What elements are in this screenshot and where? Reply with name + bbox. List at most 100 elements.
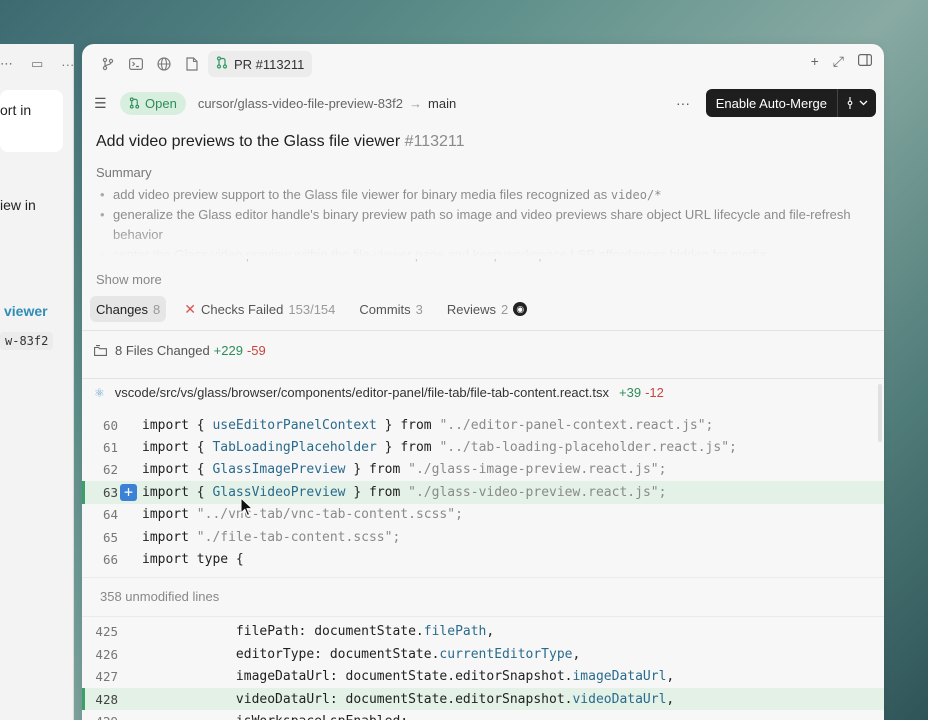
code-text: import type { xyxy=(142,552,244,568)
line-number: 61 xyxy=(102,440,118,456)
tab-label: Commits xyxy=(359,301,411,317)
code-text: import "../vnc-tab/vnc-tab-content.scss"… xyxy=(142,507,463,523)
code-text: import "./file-tab-content.scss"; xyxy=(142,529,401,545)
code-text: videoDataUrl: documentState.editorSnapsh… xyxy=(142,691,675,707)
code-line: 426 editorType: documentState.currentEdi… xyxy=(82,643,884,665)
git-branch-icon[interactable] xyxy=(94,53,122,75)
pr-header: ☰ Open cursor/glass-video-file-preview-8… xyxy=(82,88,884,118)
line-number: 428 xyxy=(95,691,118,707)
sidebar-toggle-icon[interactable] xyxy=(858,53,873,70)
pr-tabs: Changes 8 ✕ Checks Failed 153/154 Commit… xyxy=(90,296,545,322)
reviewer-avatar-icon: ◉ xyxy=(513,302,528,316)
tab-label: Changes xyxy=(96,301,149,317)
chevron-down-icon xyxy=(859,100,868,106)
pr-tab-label: PR #113211 xyxy=(234,56,305,72)
unmodified-lines-expander[interactable]: 358 unmodified lines xyxy=(82,576,884,617)
summary-item: add video preview support to the Glass f… xyxy=(100,185,880,205)
code-text: editorType: documentState.currentEditorT… xyxy=(142,646,581,662)
line-number: 425 xyxy=(95,624,118,640)
line-number: 62 xyxy=(102,462,118,478)
code-text: filePath: documentState.filePath, xyxy=(142,624,495,640)
tab-label: Reviews xyxy=(446,301,497,317)
merge-options-dropdown[interactable] xyxy=(837,89,876,117)
code-line: 427 imageDataUrl: documentState.editorSn… xyxy=(82,666,884,688)
pr-window: PR #113211 + ⤢ ☰ Open cursor/glass-video… xyxy=(82,44,884,720)
code-text: import { GlassVideoPreview } from "./gla… xyxy=(142,484,667,500)
file-path[interactable]: vscode/src/vs/glass/browser/components/e… xyxy=(115,385,609,400)
auto-merge-button[interactable]: Enable Auto-Merge xyxy=(705,89,876,117)
tab-count: 2 xyxy=(501,301,509,317)
code-text: imageDataUrl: documentState.editorSnapsh… xyxy=(142,669,675,685)
line-number: 65 xyxy=(102,529,118,545)
more-options-icon[interactable]: ··· xyxy=(676,95,690,111)
tab-checks[interactable]: ✕ Checks Failed 153/154 xyxy=(178,296,341,322)
code-line: 65 import "./file-tab-content.scss"; xyxy=(82,526,884,548)
tab-pull-request[interactable]: PR #113211 xyxy=(208,51,313,77)
expand-icon[interactable]: ⤢ xyxy=(833,53,844,70)
terminal-icon[interactable] xyxy=(122,53,150,75)
folder-icon xyxy=(94,345,107,356)
files-changed-summary: 8 Files Changed +229 -59 xyxy=(94,343,266,358)
status-badge: Open xyxy=(120,91,186,115)
tab-changes[interactable]: Changes 8 xyxy=(90,296,167,322)
ellipsis-icon[interactable]: ⋯ xyxy=(0,56,13,72)
code-line-added: 63 + import { GlassVideoPreview } from "… xyxy=(82,481,884,504)
tab-reviews[interactable]: Reviews 2 ◉ xyxy=(441,296,533,322)
code-text: import { useEditorPanelContext } from ".… xyxy=(142,417,714,433)
file-diff-header[interactable]: ⚛ vscode/src/vs/glass/browser/components… xyxy=(82,378,884,406)
branch-info: cursor/glass-video-file-preview-83f2 → mai… xyxy=(198,96,456,111)
more-icon[interactable]: ··· xyxy=(61,57,74,72)
file-icon[interactable] xyxy=(178,53,206,75)
show-more-link[interactable]: Show more xyxy=(96,272,162,287)
list-icon[interactable]: ☰ xyxy=(94,95,114,112)
code-line-added: 428 videoDataUrl: documentState.editorSn… xyxy=(82,687,884,711)
code-line: 66 import type { xyxy=(82,548,884,570)
top-toolbar: PR #113211 + ⤢ xyxy=(82,44,884,84)
line-number: 429 xyxy=(82,714,126,720)
summary-item-text: add video preview support to the Glass f… xyxy=(113,187,611,202)
globe-icon[interactable] xyxy=(150,53,178,75)
auto-merge-label: Enable Auto-Merge xyxy=(715,95,827,111)
summary-heading: Summary xyxy=(96,165,152,180)
code-line: 64 import "../vnc-tab/vnc-tab-content.sc… xyxy=(82,504,884,526)
files-additions: +229 xyxy=(213,343,243,358)
left-chip: w-83f2 xyxy=(0,332,54,350)
page-title: Add video previews to the Glass file vie… xyxy=(96,133,465,151)
code-line: 62 import { GlassImagePreview } from "./… xyxy=(82,459,884,481)
left-text-1: ort in xyxy=(0,102,32,118)
base-branch[interactable]: main xyxy=(428,96,456,111)
divider xyxy=(82,330,884,331)
window-controls: + ⤢ xyxy=(811,53,873,70)
mouse-cursor-icon xyxy=(240,497,254,517)
merge-icon xyxy=(847,97,853,109)
status-label: Open xyxy=(145,95,177,111)
react-icon: ⚛ xyxy=(94,385,105,400)
left-link[interactable]: viewer xyxy=(4,303,48,319)
code-line: 60 import { useEditorPanelContext } from… xyxy=(82,414,884,436)
laptop-icon[interactable]: ▭ xyxy=(31,56,43,72)
left-toolbar: ⋯ ▭ ··· xyxy=(0,56,74,72)
tab-count: 8 xyxy=(153,301,161,317)
x-icon: ✕ xyxy=(184,300,197,317)
line-number: 66 xyxy=(102,552,118,568)
pull-request-icon xyxy=(129,97,140,109)
line-number: 64 xyxy=(102,507,118,523)
code-line: 61 import { TabLoadingPlaceholder } from… xyxy=(82,436,884,458)
pr-number: #113211 xyxy=(404,133,465,150)
summary-fade xyxy=(82,229,884,259)
line-number: 426 xyxy=(95,646,118,662)
left-card[interactable] xyxy=(0,90,63,152)
left-text-2: iew in xyxy=(0,197,36,213)
tab-commits[interactable]: Commits 3 xyxy=(353,296,429,322)
add-comment-button[interactable]: + xyxy=(120,484,137,502)
code-diff: 60 import { useEditorPanelContext } from… xyxy=(82,414,884,720)
code-line: 425 filePath: documentState.filePath, xyxy=(82,621,884,643)
file-stats: +39 -12 xyxy=(619,385,664,400)
tab-count: 3 xyxy=(415,301,423,317)
code-text: import { GlassImagePreview } from "./gla… xyxy=(142,462,667,478)
file-additions: +39 xyxy=(619,385,642,400)
plus-icon[interactable]: + xyxy=(811,53,819,70)
head-branch[interactable]: cursor/glass-video-file-preview-83f2 xyxy=(198,96,403,111)
tab-count: 153/154 xyxy=(288,301,336,317)
files-changed-label: 8 Files Changed xyxy=(115,343,210,358)
